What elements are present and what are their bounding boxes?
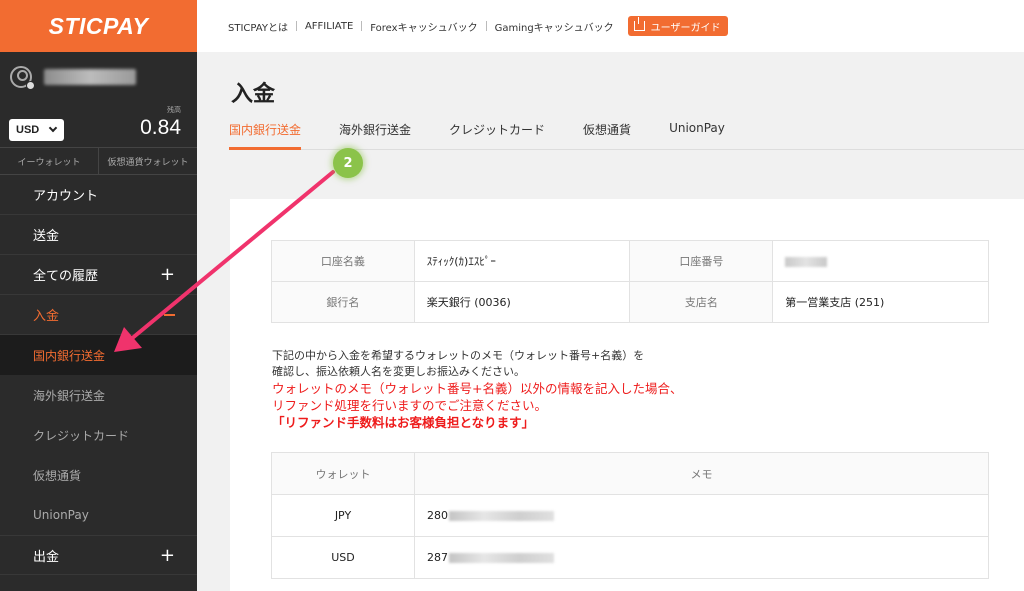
instruction-line: 下記の中から入金を希望するウォレットのメモ（ウォレット番号+名義）を: [272, 349, 645, 362]
wallet-currency: USD: [271, 536, 415, 579]
sidebar-item-label: アカウント: [33, 189, 99, 204]
warning-line: リファンド処理を行いますのでご注意ください。: [272, 398, 548, 413]
table-row: USD 287: [271, 536, 989, 579]
settings-badge-icon: [26, 81, 35, 90]
warning-line: ウォレットのメモ（ウォレット番号+名義）以外の情報を記入した場合、: [272, 381, 683, 396]
step-number-badge: 2: [333, 148, 363, 178]
sidebar-item-history[interactable]: 全ての履歴 +: [0, 255, 197, 295]
link-gaming-cashback[interactable]: Gamingキャッシュバック: [495, 19, 614, 34]
branch-label: 支店名: [629, 281, 774, 323]
redacted-memo: [449, 511, 554, 521]
chevron-down-icon: [48, 123, 58, 133]
sidebar-item-withdraw[interactable]: 出金 +: [0, 535, 197, 575]
account-number-label: 口座番号: [629, 240, 774, 282]
tab-crypto-wallet[interactable]: 仮想通貨ウォレット: [98, 148, 197, 174]
link-about[interactable]: STICPAYとは: [228, 19, 288, 34]
sidebar-item-label: 全ての履歴: [33, 269, 99, 284]
sidebar-subitem-crypto[interactable]: 仮想通貨: [0, 455, 197, 495]
memo-value: 280: [427, 509, 448, 522]
user-row: [0, 52, 197, 102]
tab-e-wallet[interactable]: イーウォレット: [0, 148, 98, 174]
sidebar: STICPAY USD 残高 0.84 イーウォレット 仮想通貨ウォレット アカ…: [0, 0, 197, 591]
deposit-panel: 口座名義 ｽﾃｨｯｸ(ｶ)ｴｽﾋﾟｰ 口座番号 銀行名 楽天銀行 (0036) …: [230, 199, 1024, 591]
table-row: 口座名義 ｽﾃｨｯｸ(ｶ)ｴｽﾋﾟｰ 口座番号: [271, 240, 989, 282]
sidebar-item-label: 送金: [33, 229, 60, 244]
redacted-memo: [449, 553, 554, 563]
balance-row: USD 残高 0.84: [0, 102, 197, 147]
tab-credit-card[interactable]: クレジットカード: [449, 113, 545, 149]
wallet-memo[interactable]: 287: [414, 536, 989, 579]
wallet-memo[interactable]: 280: [414, 494, 989, 537]
memo-value: 287: [427, 551, 448, 564]
logo[interactable]: STICPAY: [0, 0, 197, 52]
link-affiliate[interactable]: AFFILIATE: [305, 21, 353, 32]
sidebar-item-account[interactable]: アカウント: [0, 175, 197, 215]
logo-text: STICPAY: [48, 12, 149, 39]
tab-unionpay[interactable]: UnionPay: [669, 113, 725, 149]
branch-value: 第一営業支店 (251): [772, 281, 989, 323]
wallet-currency: JPY: [271, 494, 415, 537]
user-icon[interactable]: [10, 66, 35, 90]
currency-select[interactable]: USD: [9, 119, 64, 141]
instruction-line: 確認し、振込依頼人名を変更しお振込みください。: [272, 365, 525, 378]
sidebar-subitem-credit-card[interactable]: クレジットカード: [0, 415, 197, 455]
sidebar-item-label: 入金: [33, 309, 60, 324]
tab-domestic-bank[interactable]: 国内銀行送金: [229, 113, 302, 150]
warning-fee-line: 「リファンド手数料はお客様負担となります」: [272, 415, 535, 430]
sidebar-item-label: 出金: [33, 549, 60, 565]
bank-info-table: 口座名義 ｽﾃｨｯｸ(ｶ)ｴｽﾋﾟｰ 口座番号 銀行名 楽天銀行 (0036) …: [271, 240, 989, 323]
balance-value: 0.84: [140, 116, 181, 139]
deposit-tabs: 国内銀行送金 海外銀行送金 クレジットカード 仮想通貨 UnionPay: [229, 113, 1024, 150]
user-guide-button[interactable]: ユーザーガイド: [627, 16, 729, 36]
divider: [485, 21, 487, 31]
table-header-row: ウォレット メモ: [271, 452, 989, 495]
minus-icon: [164, 313, 175, 316]
account-number-value: [772, 240, 989, 282]
user-name-redacted: [44, 69, 136, 85]
table-row: 銀行名 楽天銀行 (0036) 支店名 第一営業支店 (251): [271, 281, 989, 323]
account-name-value: ｽﾃｨｯｸ(ｶ)ｴｽﾋﾟｰ: [413, 240, 631, 282]
tab-overseas-bank[interactable]: 海外銀行送金: [339, 113, 411, 149]
link-forex-cashback[interactable]: Forexキャッシュバック: [370, 19, 477, 34]
currency-value: USD: [16, 124, 40, 136]
balance-label: 残高: [167, 106, 181, 114]
sidebar-subitem-overseas-bank[interactable]: 海外銀行送金: [0, 375, 197, 415]
page-title: 入金: [231, 82, 276, 107]
table-row: JPY 280: [271, 494, 989, 537]
plus-icon: +: [159, 264, 175, 285]
column-header-memo: メモ: [414, 452, 989, 495]
user-guide-label: ユーザーガイド: [650, 22, 721, 34]
sidebar-subitem-unionpay[interactable]: UnionPay: [0, 495, 197, 535]
wallet-memo-table: ウォレット メモ JPY 280 USD 287: [271, 452, 989, 579]
wallet-tabs: イーウォレット 仮想通貨ウォレット: [0, 147, 197, 175]
column-header-wallet: ウォレット: [271, 452, 415, 495]
redacted-account-number: [785, 256, 828, 267]
bank-name-label: 銀行名: [271, 281, 415, 323]
instructions: 下記の中から入金を希望するウォレットのメモ（ウォレット番号+名義）を 確認し、振…: [272, 348, 682, 431]
divider: [361, 21, 363, 31]
account-name-label: 口座名義: [271, 240, 415, 282]
tab-crypto[interactable]: 仮想通貨: [583, 113, 631, 149]
bank-name-value: 楽天銀行 (0036): [413, 281, 631, 323]
top-nav: STICPAYとは AFFILIATE Forexキャッシュバック Gaming…: [197, 0, 1024, 52]
download-icon: [633, 17, 645, 31]
sidebar-item-transfer[interactable]: 送金: [0, 215, 197, 255]
sidebar-subitem-domestic-bank[interactable]: 国内銀行送金: [0, 335, 197, 375]
plus-icon: +: [159, 544, 175, 566]
sidebar-item-deposit[interactable]: 入金: [0, 295, 197, 335]
divider: [295, 21, 297, 31]
